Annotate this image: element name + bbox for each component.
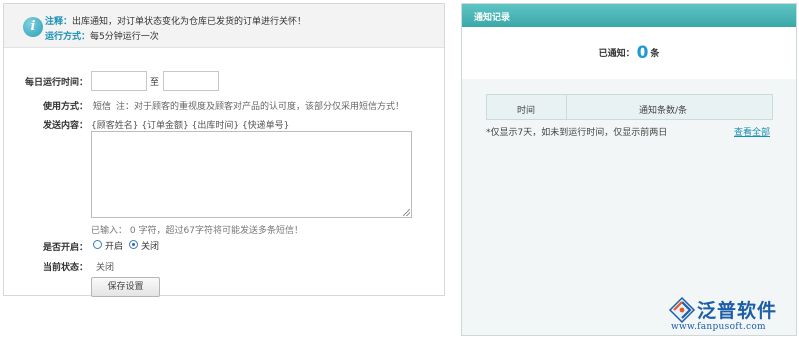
logo-mark-icon: [668, 296, 696, 324]
char-count-value: 0: [129, 226, 136, 236]
records-note: *仅显示7天，如未到运行时间，仅显示前两日: [486, 128, 668, 138]
column-time: 时间: [517, 106, 536, 116]
method-note: 注：对于顾客的重视度及顾客对产品的认可度，该部分仅采用短信方式！: [116, 102, 405, 112]
content-textarea[interactable]: [91, 131, 412, 218]
enable-on-label[interactable]: 开启: [105, 239, 123, 252]
end-time-input[interactable]: [163, 71, 219, 91]
column-count: 通知条数/条: [639, 106, 688, 116]
notified-prefix: 已通知：: [598, 49, 635, 59]
enable-off-radio[interactable]: [129, 240, 138, 249]
column-divider: [566, 95, 567, 119]
brand-logo: 泛普软件 www.fanpusoft.com: [667, 296, 792, 336]
resize-handle-icon[interactable]: [403, 209, 410, 216]
method-label: 使用方式：: [42, 102, 88, 112]
info-icon: i: [23, 17, 43, 37]
notified-unit: 条: [650, 49, 660, 59]
logo-url: www.fanpusoft.com: [671, 322, 766, 332]
notice-run-mode: 运行方式：每5分钟运行一次: [45, 29, 159, 42]
records-table-header: 时间 通知条数/条: [486, 94, 773, 120]
status-value: 关闭: [96, 263, 115, 273]
notified-summary: 已通知： 0 条: [462, 27, 796, 79]
note-label: 注释：: [45, 17, 73, 27]
enable-label: 是否开启：: [42, 243, 88, 253]
daily-time-label: 每日运行时间：: [24, 78, 88, 88]
method-value: 短信: [93, 102, 112, 112]
note-text: 出库通知，对订单状态变化为仓库已发货的订单进行关怀！: [72, 17, 307, 27]
enable-off-label[interactable]: 关闭: [141, 239, 159, 252]
notice-note: 注释：出库通知，对订单状态变化为仓库已发货的订单进行关怀！: [45, 14, 306, 27]
view-all-link[interactable]: 查看全部: [734, 125, 770, 138]
records-header: 通知记录: [462, 4, 796, 27]
start-time-input[interactable]: [91, 71, 147, 91]
enable-on-radio[interactable]: [93, 240, 102, 249]
char-count-suffix: 字符，超过67字符将可能发送多条短信！: [138, 226, 303, 236]
char-count-prefix: 已输入：: [91, 226, 128, 236]
notice-box: i 注释：出库通知，对订单状态变化为仓库已发货的订单进行关怀！ 运行方式：每5分…: [4, 4, 444, 48]
run-label: 运行方式：: [45, 32, 91, 42]
settings-panel: i 注释：出库通知，对订单状态变化为仓库已发货的订单进行关怀！ 运行方式：每5分…: [3, 3, 445, 297]
logo-name: 泛普软件: [697, 300, 778, 322]
save-button[interactable]: 保存设置: [91, 277, 160, 297]
run-text: 每5分钟运行一次: [90, 32, 159, 42]
char-count-note: 已输入： 0 字符，超过67字符将可能发送多条短信！: [91, 223, 303, 236]
content-label: 发送内容：: [42, 121, 88, 131]
notified-count-line: 已通知： 0 条: [462, 43, 796, 63]
content-tags[interactable]: {顾客姓名} {订单金额} {出库时间} {快递单号}: [91, 118, 289, 131]
time-separator: 至: [150, 78, 160, 88]
notified-count: 0: [636, 43, 649, 63]
status-label: 当前状态：: [42, 263, 88, 273]
records-title: 通知记录: [474, 13, 511, 23]
records-panel: 通知记录 已通知： 0 条 时间 通知条数/条 *仅显示7天，如未到运行时间，仅显示…: [461, 3, 797, 336]
